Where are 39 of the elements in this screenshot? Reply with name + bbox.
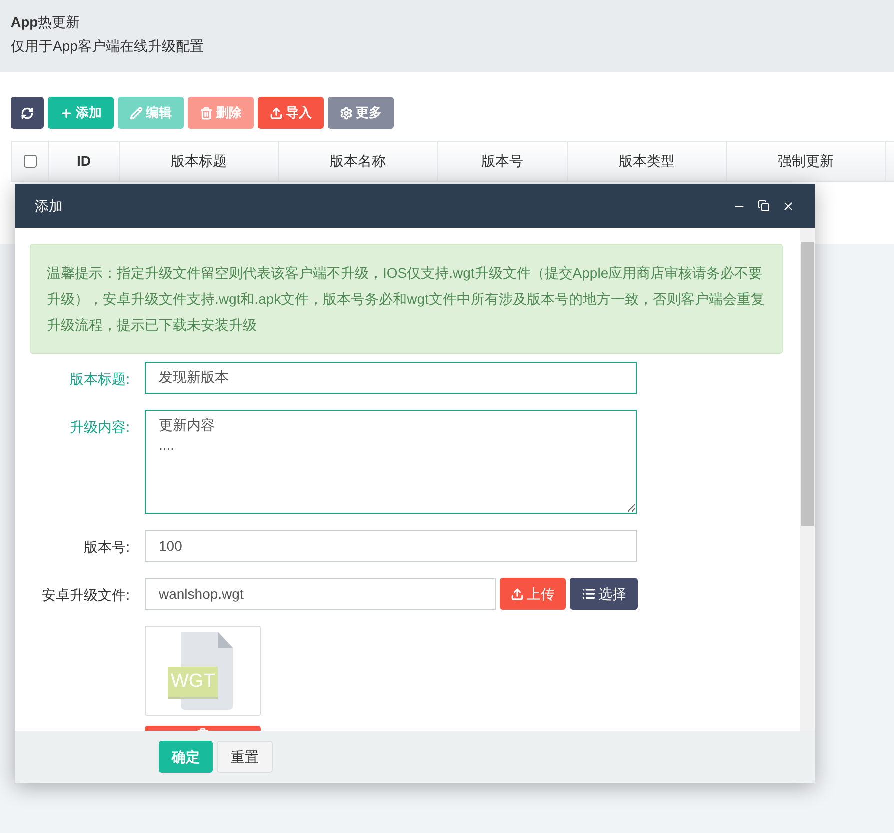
pencil-icon (130, 106, 143, 120)
add-button[interactable]: 添加 (48, 97, 114, 129)
settings-icon (340, 106, 353, 120)
column-header: 版本类型 (568, 142, 727, 181)
text-field[interactable]: 100 (145, 530, 637, 562)
field-label: 安卓升级文件: (41, 586, 131, 605)
page-title: App热更新 (11, 13, 82, 32)
refresh-button[interactable] (11, 97, 44, 129)
file-type-badge: WGT (168, 667, 218, 697)
scrollbar[interactable] (800, 228, 815, 731)
confirm-button[interactable]: 确定 (159, 741, 213, 773)
content-textarea[interactable]: 更新内容 .... (145, 410, 637, 514)
trash-icon (200, 106, 213, 120)
choose-button[interactable]: 选择 (570, 578, 638, 610)
column-header: 版本号 (438, 142, 568, 181)
field-label: 版本标题: (69, 370, 131, 389)
field-label: 版本号: (83, 538, 131, 557)
column-header: ID (49, 142, 120, 181)
dialog-title: 添加 (35, 196, 64, 216)
maximize-icon[interactable] (758, 200, 770, 212)
close-icon[interactable] (782, 200, 795, 212)
import-button[interactable]: 导入 (258, 97, 324, 129)
column-header: 版本标题 (120, 142, 279, 181)
plus-icon (60, 106, 73, 120)
file-path-field[interactable]: wanlshop.wgt (145, 578, 496, 610)
page-subtitle: 仅用于App客户端在线升级配置 (11, 37, 205, 56)
upload-button[interactable]: 上传 (500, 578, 566, 610)
refresh-icon (21, 106, 34, 120)
column-header: 强制更新 (727, 142, 886, 181)
select-all-checkbox[interactable] (24, 155, 36, 168)
upload-icon (511, 588, 524, 600)
reset-button[interactable]: 重置 (217, 741, 273, 773)
notice-alert: 温馨提示：指定升级文件留空则代表该客户端不升级，IOS仅支持.wgt升级文件（提交Apple应用商店审核请务必不要升级），安卓升级文件支持.wgt和.apk文件，版本号务必和wgt文件中所有涉及版本号的地方一致，否则客户端会重复升级流程，提示已下载未安装升级 (30, 244, 783, 354)
list-icon (582, 587, 596, 601)
upload-icon (270, 106, 283, 120)
field-label: 升级内容: (69, 418, 131, 437)
text-field[interactable]: 发现新版本 (145, 362, 637, 394)
column-header: 版本名称 (279, 142, 438, 181)
more-button[interactable]: 更多 (328, 97, 394, 129)
